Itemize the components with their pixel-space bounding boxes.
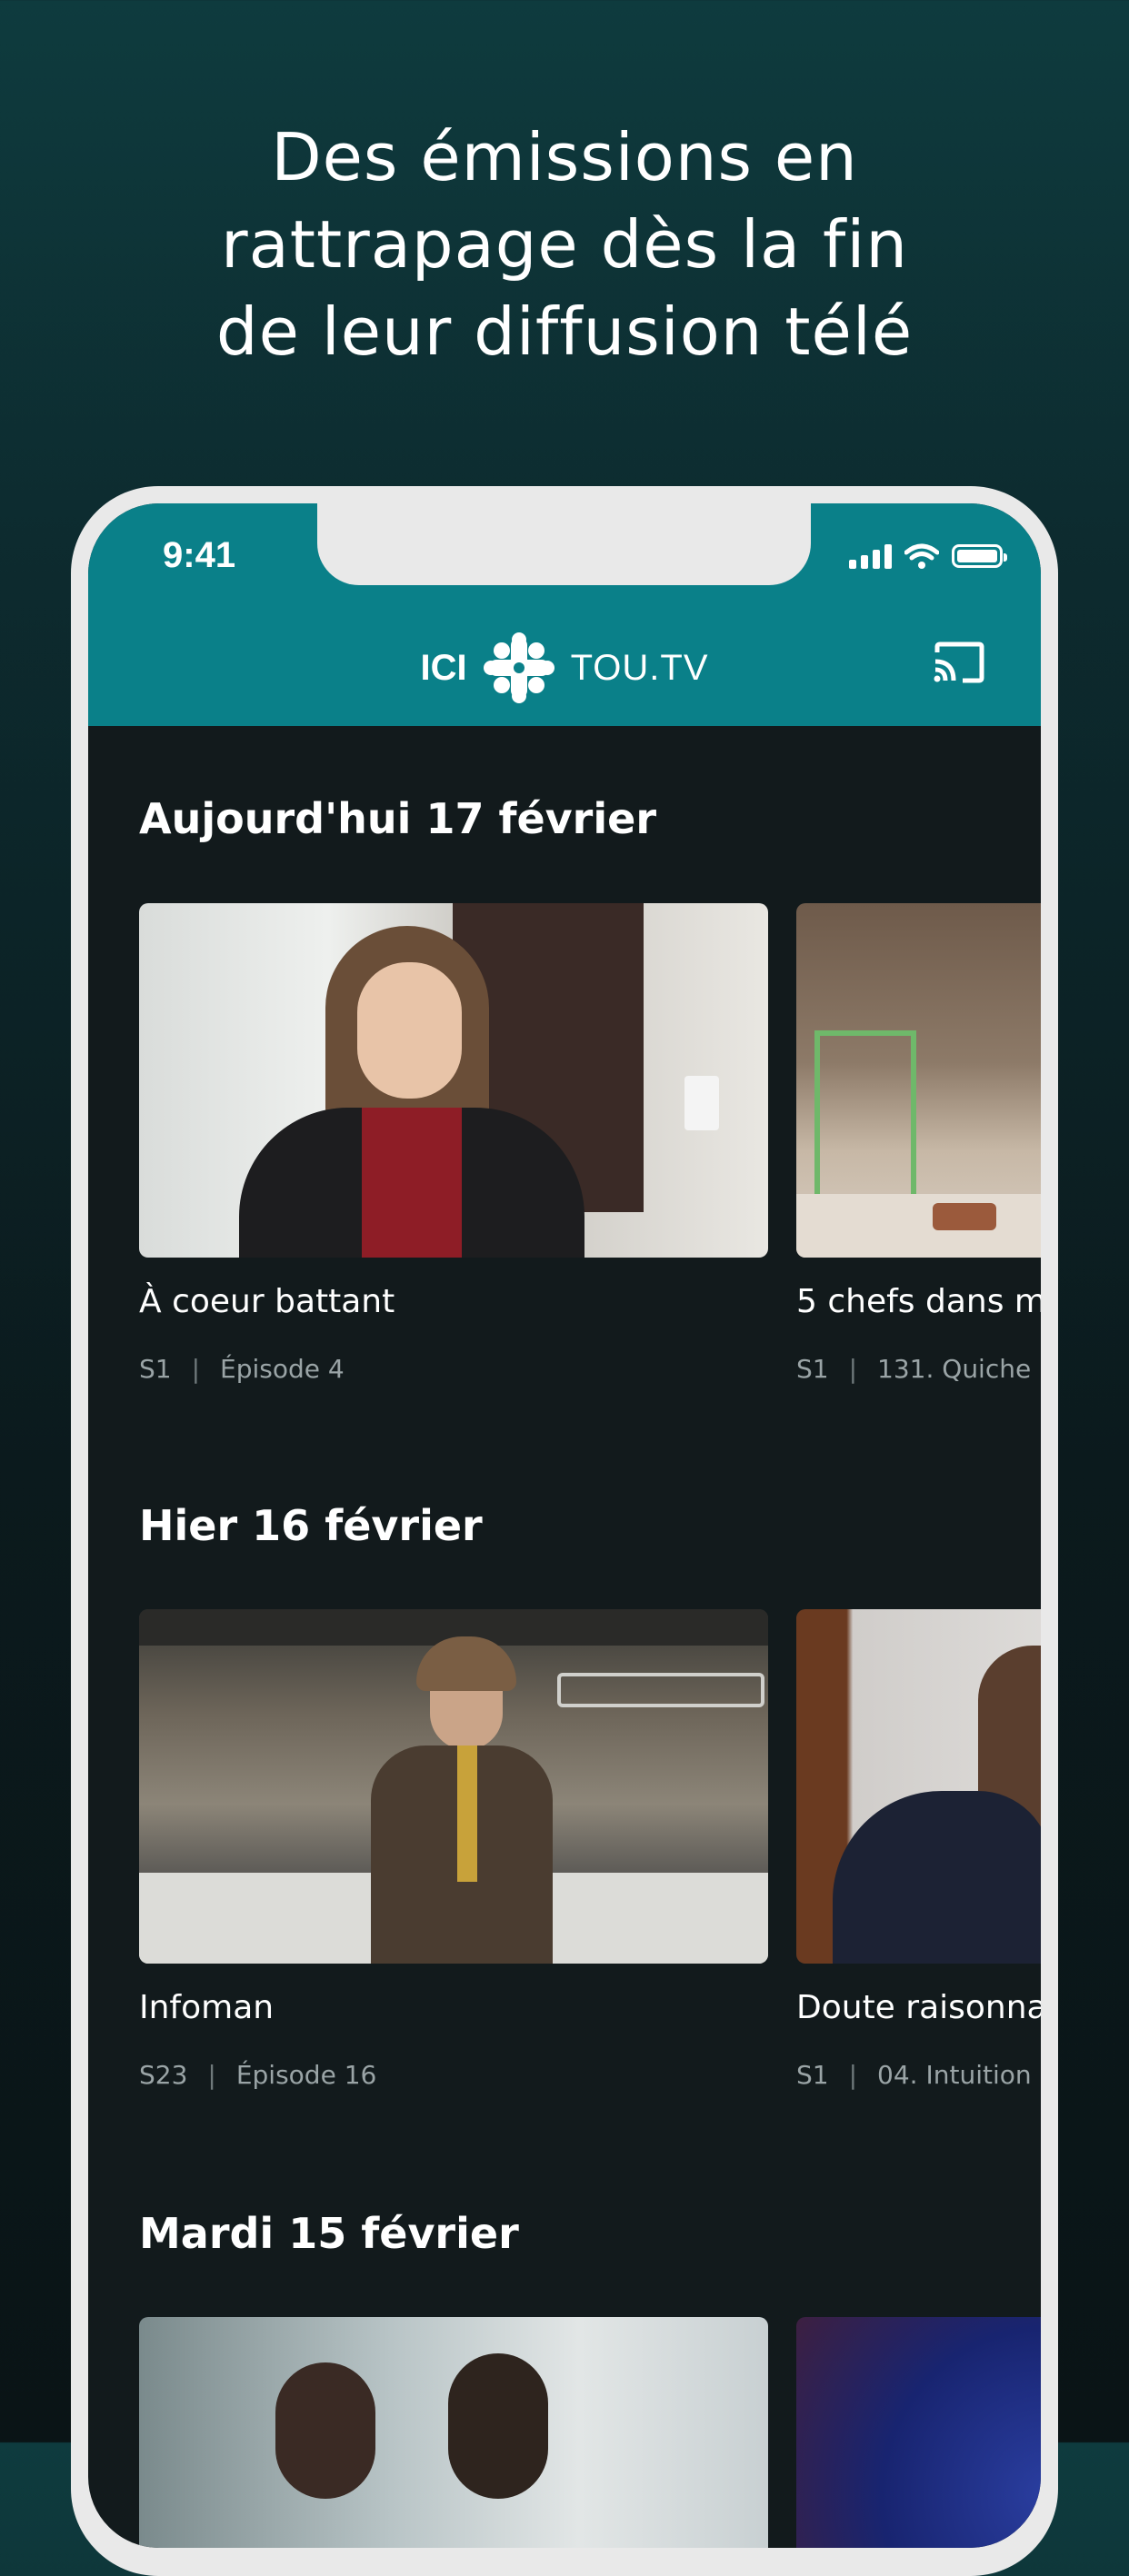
section-title-today: Aujourd'hui 17 février xyxy=(139,794,657,843)
status-icons xyxy=(849,543,1007,569)
app-logo[interactable]: ICI TOU.TV xyxy=(88,632,1041,703)
promo-headline: Des émissions en rattrapage dès la fin d… xyxy=(0,114,1129,375)
show-thumbnail xyxy=(796,2317,1041,2548)
app-bar: 9:41 ICI TOU.TV xyxy=(88,503,1041,726)
show-title: Doute raisonna xyxy=(796,1989,1041,2026)
phone-notch xyxy=(317,503,811,585)
show-thumbnail xyxy=(796,1609,1041,1964)
episode-meta: S23 | Épisode 16 xyxy=(139,2060,376,2090)
meta-divider: | xyxy=(207,2060,216,2090)
episode-meta: S1 | 04. Intuition xyxy=(796,2060,1032,2090)
logo-ici-text: ICI xyxy=(420,647,467,688)
logo-toutv-text: TOU.TV xyxy=(570,647,709,688)
battery-icon xyxy=(952,544,1007,568)
show-title: À coeur battant xyxy=(139,1283,395,1320)
signal-icon xyxy=(849,543,892,569)
show-card[interactable]: À coeur battant S1 | Épisode 4 xyxy=(139,903,768,1384)
section-title-tuesday: Mardi 15 février xyxy=(139,2209,519,2258)
meta-divider: | xyxy=(191,1354,201,1384)
show-title: 5 chefs dans m xyxy=(796,1283,1041,1320)
episode-label: Épisode 16 xyxy=(235,2060,377,2090)
show-thumbnail xyxy=(139,903,768,1258)
show-card[interactable] xyxy=(139,2317,768,2548)
episode-meta: S1 | 131. Quiche xyxy=(796,1354,1031,1384)
episode-label: 131. Quiche xyxy=(877,1354,1032,1384)
episode-meta: S1 | Épisode 4 xyxy=(139,1354,345,1384)
phone-screen: 9:41 ICI TOU.TV Aujourd'hui 17 février À… xyxy=(88,503,1041,2548)
meta-divider: | xyxy=(848,2060,858,2090)
radio-canada-gem-icon xyxy=(483,632,555,703)
show-thumbnail xyxy=(796,903,1041,1258)
headline-line-2: rattrapage dès la fin xyxy=(220,206,908,283)
season-label: S1 xyxy=(796,2060,829,2090)
episode-label: 04. Intuition xyxy=(877,2060,1032,2090)
season-label: S1 xyxy=(796,1354,829,1384)
wifi-icon xyxy=(904,543,939,569)
cast-icon[interactable] xyxy=(932,642,984,683)
status-time: 9:41 xyxy=(163,535,236,575)
headline-line-3: de leur diffusion télé xyxy=(215,293,914,370)
meta-divider: | xyxy=(848,1354,858,1384)
headline-line-1: Des émissions en xyxy=(271,119,858,195)
episode-label: Épisode 4 xyxy=(220,1354,345,1384)
section-title-yesterday: Hier 16 février xyxy=(139,1501,483,1550)
season-label: S23 xyxy=(139,2060,188,2090)
show-thumbnail xyxy=(139,2317,768,2548)
show-card[interactable] xyxy=(796,2317,1041,2548)
season-label: S1 xyxy=(139,1354,172,1384)
show-thumbnail xyxy=(139,1609,768,1964)
show-card[interactable]: 5 chefs dans m S1 | 131. Quiche xyxy=(796,903,1041,1384)
show-card[interactable]: Doute raisonna S1 | 04. Intuition xyxy=(796,1609,1041,2090)
show-card[interactable]: Infoman S23 | Épisode 16 xyxy=(139,1609,768,2090)
show-title: Infoman xyxy=(139,1989,275,2026)
